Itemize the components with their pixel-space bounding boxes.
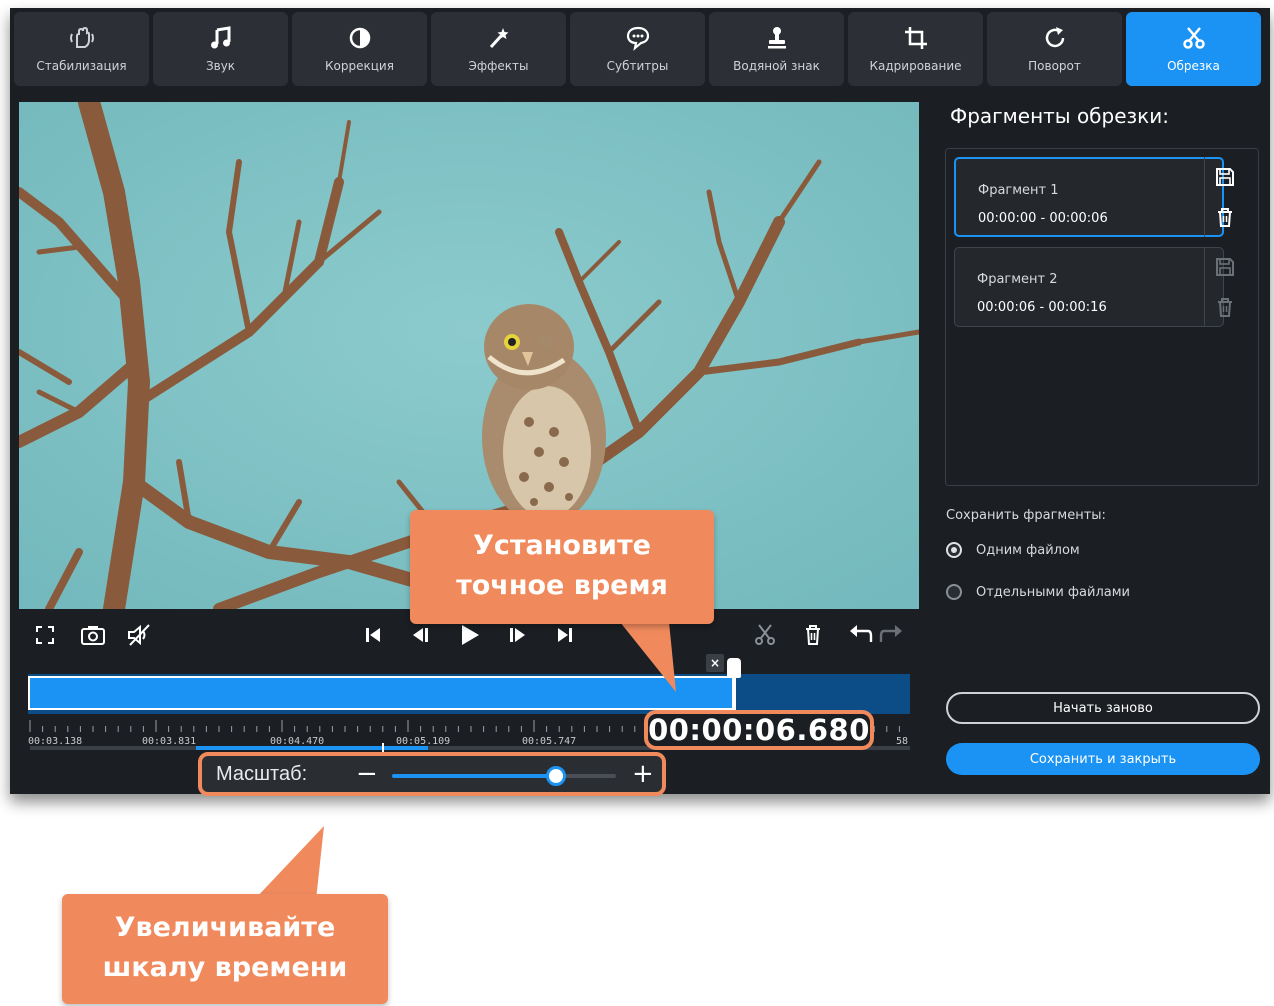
- tab-trim[interactable]: Обрезка: [1126, 12, 1261, 86]
- stabilization-hand-icon: [69, 26, 94, 48]
- option-label: Отдельными файлами: [976, 584, 1130, 600]
- fragments-title: Фрагменты обрезки:: [950, 104, 1169, 128]
- play-button[interactable]: [454, 620, 484, 650]
- fragment-range: 00:00:00 - 00:00:06: [978, 211, 1108, 226]
- tab-label: Кадрирование: [869, 59, 962, 73]
- tab-crop[interactable]: Кадрирование: [848, 12, 983, 86]
- next-frame-button[interactable]: [502, 620, 532, 650]
- save-and-close-button[interactable]: Сохранить и закрыть: [946, 743, 1260, 775]
- undo-button[interactable]: [846, 620, 876, 650]
- stamp-icon: [767, 27, 786, 49]
- video-editor-window: Стабилизация Звук Коррекция Эффекты Субт…: [10, 8, 1270, 794]
- tab-label: Стабилизация: [36, 59, 127, 73]
- close-segment-button[interactable]: ×: [706, 654, 724, 672]
- fragment-name: Фрагмент 2: [977, 272, 1058, 287]
- magic-wand-icon: [489, 28, 508, 49]
- zoom-in-button[interactable]: +: [632, 757, 654, 791]
- fragment-actions: [1204, 247, 1245, 327]
- separate-files-option[interactable]: Отдельными файлами: [946, 584, 1130, 600]
- save-fragment-button[interactable]: [1213, 165, 1237, 189]
- tab-rotate[interactable]: Поворот: [987, 12, 1122, 86]
- step-back-icon: [413, 628, 428, 642]
- floppy-disk-icon: [1216, 168, 1234, 186]
- tab-sound[interactable]: Звук: [153, 12, 288, 86]
- tab-label: Поворот: [1028, 59, 1081, 73]
- fullscreen-icon: [36, 626, 54, 644]
- mute-button[interactable]: [124, 620, 154, 650]
- scissors-icon: [755, 624, 775, 645]
- radio-unselected[interactable]: [946, 584, 962, 600]
- tab-label: Обрезка: [1167, 59, 1220, 73]
- callout-set-exact-time: Установите точное время: [410, 510, 714, 624]
- fragment-actions: [1204, 157, 1245, 237]
- tab-label: Звук: [205, 59, 236, 73]
- save-fragments-label: Сохранить фрагменты:: [946, 508, 1106, 523]
- speech-bubble-icon: [626, 26, 649, 51]
- option-label: Одним файлом: [976, 542, 1080, 558]
- step-forward-icon: [510, 628, 525, 642]
- timeline-track[interactable]: [28, 674, 910, 714]
- skip-start-icon: [366, 628, 380, 642]
- go-to-end-button[interactable]: [550, 620, 580, 650]
- zoom-label: Масштаб:: [216, 763, 308, 785]
- tab-effects[interactable]: Эффекты: [431, 12, 566, 86]
- skip-end-icon: [558, 628, 572, 642]
- delete-fragment-button[interactable]: [1213, 295, 1237, 319]
- tab-subtitles[interactable]: Субтитры: [570, 12, 705, 86]
- zoom-slider-fill: [392, 774, 556, 778]
- floppy-disk-icon: [1216, 258, 1234, 276]
- restart-button[interactable]: Начать заново: [946, 692, 1260, 724]
- trash-icon: [806, 625, 820, 645]
- callout-line: точное время: [456, 570, 668, 601]
- snapshot-button[interactable]: [78, 620, 108, 650]
- fragment-list: Фрагмент 1 00:00:00 - 00:00:06 Фрагмент …: [945, 148, 1259, 486]
- go-to-start-button[interactable]: [358, 620, 388, 650]
- tool-tabs-bar: Стабилизация Звук Коррекция Эффекты Субт…: [10, 8, 1270, 92]
- callout-line: Увеличивайте: [114, 912, 336, 943]
- trash-icon: [1218, 208, 1232, 227]
- tab-label: Водяной знак: [733, 59, 820, 73]
- camera-icon: [81, 626, 105, 645]
- tab-correction[interactable]: Коррекция: [292, 12, 427, 86]
- fragment-range: 00:00:06 - 00:00:16: [977, 300, 1107, 315]
- selected-segment[interactable]: [28, 676, 734, 710]
- tab-label: Эффекты: [468, 59, 529, 73]
- zoom-slider[interactable]: [392, 766, 616, 786]
- zoom-slider-handle[interactable]: [545, 766, 566, 786]
- delete-segment-button[interactable]: [798, 620, 828, 650]
- callout-line: шкалу времени: [102, 952, 348, 983]
- tab-label: Коррекция: [325, 59, 394, 73]
- save-fragment-button[interactable]: [1213, 255, 1237, 279]
- fragment-name: Фрагмент 1: [978, 183, 1059, 198]
- speaker-off-icon: [128, 624, 150, 646]
- play-icon: [462, 625, 479, 645]
- rotate-icon: [1045, 27, 1064, 48]
- tab-watermark[interactable]: Водяной знак: [709, 12, 844, 86]
- trash-icon: [1218, 298, 1232, 317]
- zoom-control: Масштаб: − +: [198, 752, 666, 796]
- tab-label: Субтитры: [606, 59, 669, 73]
- fullscreen-button[interactable]: [30, 620, 60, 650]
- contrast-icon: [349, 27, 370, 49]
- zoom-out-button[interactable]: −: [356, 757, 378, 791]
- current-time-display[interactable]: 00:00:06.680: [644, 710, 874, 750]
- single-file-option[interactable]: Одним файлом: [946, 542, 1080, 558]
- playhead-handle[interactable]: [726, 658, 741, 678]
- tab-stabilization[interactable]: Стабилизация: [14, 12, 149, 86]
- split-button[interactable]: [750, 620, 780, 650]
- scissors-icon: [1182, 27, 1205, 49]
- radio-selected[interactable]: [946, 542, 962, 558]
- timeline-scroll-thumb[interactable]: [196, 746, 428, 750]
- previous-frame-button[interactable]: [406, 620, 436, 650]
- redo-icon: [879, 625, 902, 642]
- undo-icon: [850, 625, 873, 642]
- fragment-item-2[interactable]: Фрагмент 2 00:00:06 - 00:00:16: [954, 247, 1224, 327]
- fragment-item-1[interactable]: Фрагмент 1 00:00:00 - 00:00:06: [954, 157, 1224, 237]
- callout-zoom-timeline: Увеличивайте шкалу времени: [62, 894, 388, 1004]
- crop-icon: [904, 27, 927, 49]
- music-note-icon: [210, 26, 230, 49]
- redo-button[interactable]: [876, 620, 906, 650]
- callout-line: Установите: [473, 530, 651, 561]
- delete-fragment-button[interactable]: [1213, 205, 1237, 229]
